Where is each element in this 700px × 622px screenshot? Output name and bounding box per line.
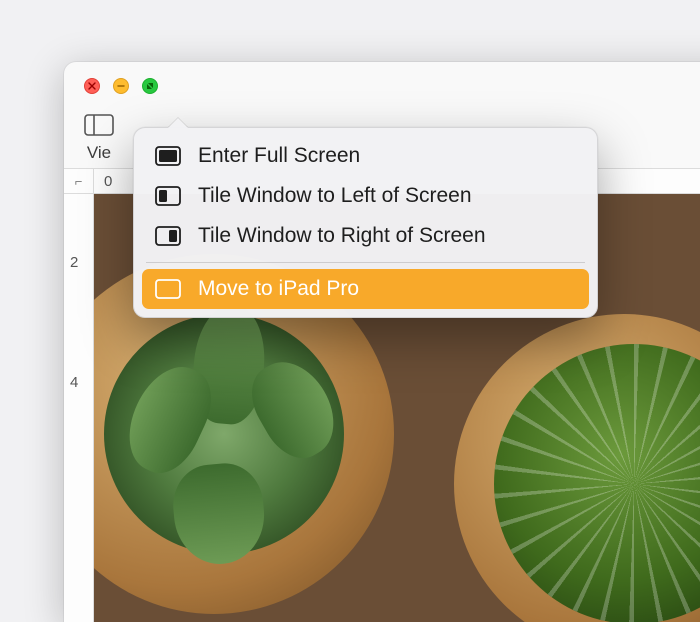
ruler-corner: ⌐ <box>64 168 94 194</box>
succulent-plant <box>104 314 344 554</box>
view-label: Vie <box>87 143 111 163</box>
ruler-vertical: 2 4 <box>64 194 94 622</box>
menu-separator <box>146 262 585 263</box>
ruler-h-tick: 0 <box>104 173 112 190</box>
tile-right-icon <box>154 226 182 246</box>
ruler-v-tick: 2 <box>70 254 78 271</box>
menu-item-tile-left[interactable]: Tile Window to Left of Screen <box>142 176 589 216</box>
fullscreen-icon <box>154 146 182 166</box>
tile-left-icon <box>154 186 182 206</box>
menu-item-label: Tile Window to Left of Screen <box>198 184 472 208</box>
menu-item-tile-right[interactable]: Tile Window to Right of Screen <box>142 216 589 256</box>
minimize-button[interactable] <box>113 78 129 94</box>
menu-item-label: Tile Window to Right of Screen <box>198 224 486 248</box>
view-tool[interactable]: Vie <box>82 111 116 163</box>
green-button-menu: Enter Full Screen Tile Window to Left of… <box>133 127 598 318</box>
menu-item-move-to-ipad[interactable]: Move to iPad Pro <box>142 269 589 309</box>
ipad-icon <box>154 279 182 299</box>
titlebar <box>64 62 700 110</box>
menu-item-label: Move to iPad Pro <box>198 277 359 301</box>
view-icon <box>82 111 116 139</box>
zoom-button[interactable] <box>142 78 158 94</box>
close-button[interactable] <box>84 78 100 94</box>
menu-item-fullscreen[interactable]: Enter Full Screen <box>142 136 589 176</box>
ruler-v-tick: 4 <box>70 374 78 391</box>
menu-item-label: Enter Full Screen <box>198 144 360 168</box>
